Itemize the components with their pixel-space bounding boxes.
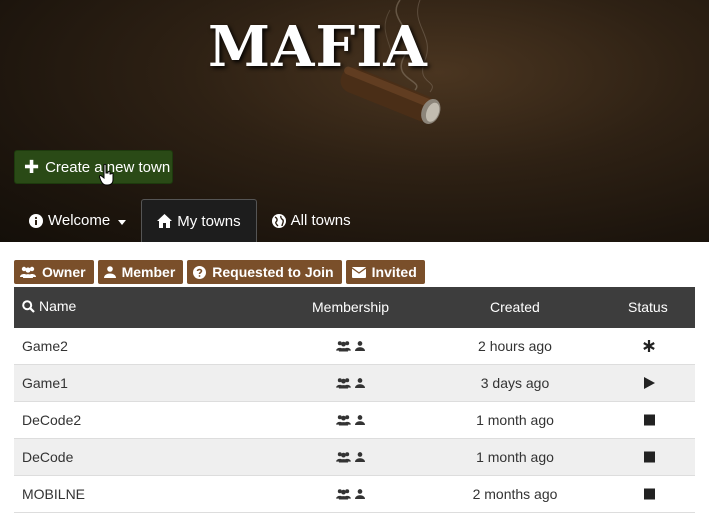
filter-invited-label: Invited <box>371 264 417 280</box>
name-column-header[interactable]: Name <box>22 298 76 314</box>
user-icon <box>103 266 116 278</box>
table-row[interactable]: Game2 2 hours ago <box>14 328 695 365</box>
membership-icons <box>336 378 365 389</box>
play-icon <box>643 377 655 389</box>
created-time: 2 hours ago <box>478 338 552 354</box>
created-time: 3 days ago <box>480 375 550 391</box>
status-indicator <box>634 451 664 463</box>
filter-owner-label: Owner <box>42 264 86 280</box>
membership-icons <box>336 489 365 500</box>
table-row[interactable]: MOBILNE 2 months ago <box>14 476 695 513</box>
status-column-header: Status <box>628 299 668 315</box>
home-icon <box>157 214 173 228</box>
mafia-logo: MAFIA <box>208 14 428 80</box>
nav-all-towns[interactable]: All towns <box>257 199 366 242</box>
user-icon <box>355 415 365 425</box>
users-icon <box>336 341 351 352</box>
status-indicator <box>634 414 664 426</box>
nav-welcome[interactable]: Welcome <box>14 199 141 242</box>
user-icon <box>355 489 365 499</box>
created-time: 1 month ago <box>476 412 554 428</box>
users-icon <box>20 266 36 278</box>
envelope-icon <box>351 266 366 278</box>
globe-icon <box>271 213 286 228</box>
nav-my-towns[interactable]: My towns <box>141 199 257 242</box>
filter-requested-button[interactable]: Requested to Join <box>187 260 342 284</box>
info-icon <box>29 213 43 228</box>
town-name[interactable]: DeCode <box>22 449 73 465</box>
created-time: 2 months ago <box>472 486 558 502</box>
nav-all-towns-label: All towns <box>290 212 351 229</box>
membership-icons <box>336 341 365 352</box>
main-nav: Welcome My towns All towns <box>14 199 366 242</box>
towns-table: Name Membership Created Status Game2 2 ho… <box>14 287 695 513</box>
table-row[interactable]: Game1 3 days ago <box>14 365 695 402</box>
filter-owner-button[interactable]: Owner <box>14 260 94 284</box>
users-icon <box>336 378 351 389</box>
filter-member-button[interactable]: Member <box>97 260 184 284</box>
table-row[interactable]: DeCode 1 month ago <box>14 439 695 476</box>
user-icon <box>355 378 365 388</box>
users-icon <box>336 452 351 463</box>
nav-my-towns-label: My towns <box>177 212 241 230</box>
filter-invited-button[interactable]: Invited <box>345 260 425 284</box>
search-icon <box>22 299 35 313</box>
question-icon <box>193 265 207 279</box>
membership-column-header: Membership <box>312 299 390 315</box>
stop-icon <box>643 451 655 463</box>
status-indicator <box>634 377 664 389</box>
create-town-button[interactable]: ✚ Create a new town <box>14 150 173 184</box>
stop-icon <box>643 488 655 500</box>
town-name[interactable]: DeCode2 <box>22 412 81 428</box>
caret-down-icon <box>118 219 127 225</box>
filter-requested-label: Requested to Join <box>212 264 334 280</box>
users-icon <box>336 415 351 426</box>
stop-icon <box>643 414 655 426</box>
hand-cursor-icon <box>99 164 114 186</box>
status-indicator <box>634 488 664 500</box>
membership-icons <box>336 452 365 463</box>
membership-icons <box>336 415 365 426</box>
table-header: Name Membership Created Status <box>14 287 695 328</box>
table-row[interactable]: DeCode2 1 month ago <box>14 402 695 439</box>
filter-bar: Owner Member Requested to Join Invited <box>14 260 425 284</box>
town-name[interactable]: MOBILNE <box>22 486 85 502</box>
users-icon <box>336 489 351 500</box>
town-name[interactable]: Game1 <box>22 375 68 391</box>
header-banner: MAFIA ✚ Create a new town Welcome My tow… <box>0 0 709 242</box>
name-header-label: Name <box>39 298 77 314</box>
created-column-header[interactable]: Created <box>490 299 540 315</box>
plus-icon: ✚ <box>24 157 40 177</box>
status-indicator <box>634 340 664 352</box>
created-time: 1 month ago <box>476 449 554 465</box>
asterisk-icon <box>643 340 655 352</box>
user-icon <box>355 341 365 351</box>
filter-member-label: Member <box>121 264 176 280</box>
town-name[interactable]: Game2 <box>22 338 68 354</box>
nav-welcome-label: Welcome <box>48 212 111 229</box>
user-icon <box>355 452 365 462</box>
